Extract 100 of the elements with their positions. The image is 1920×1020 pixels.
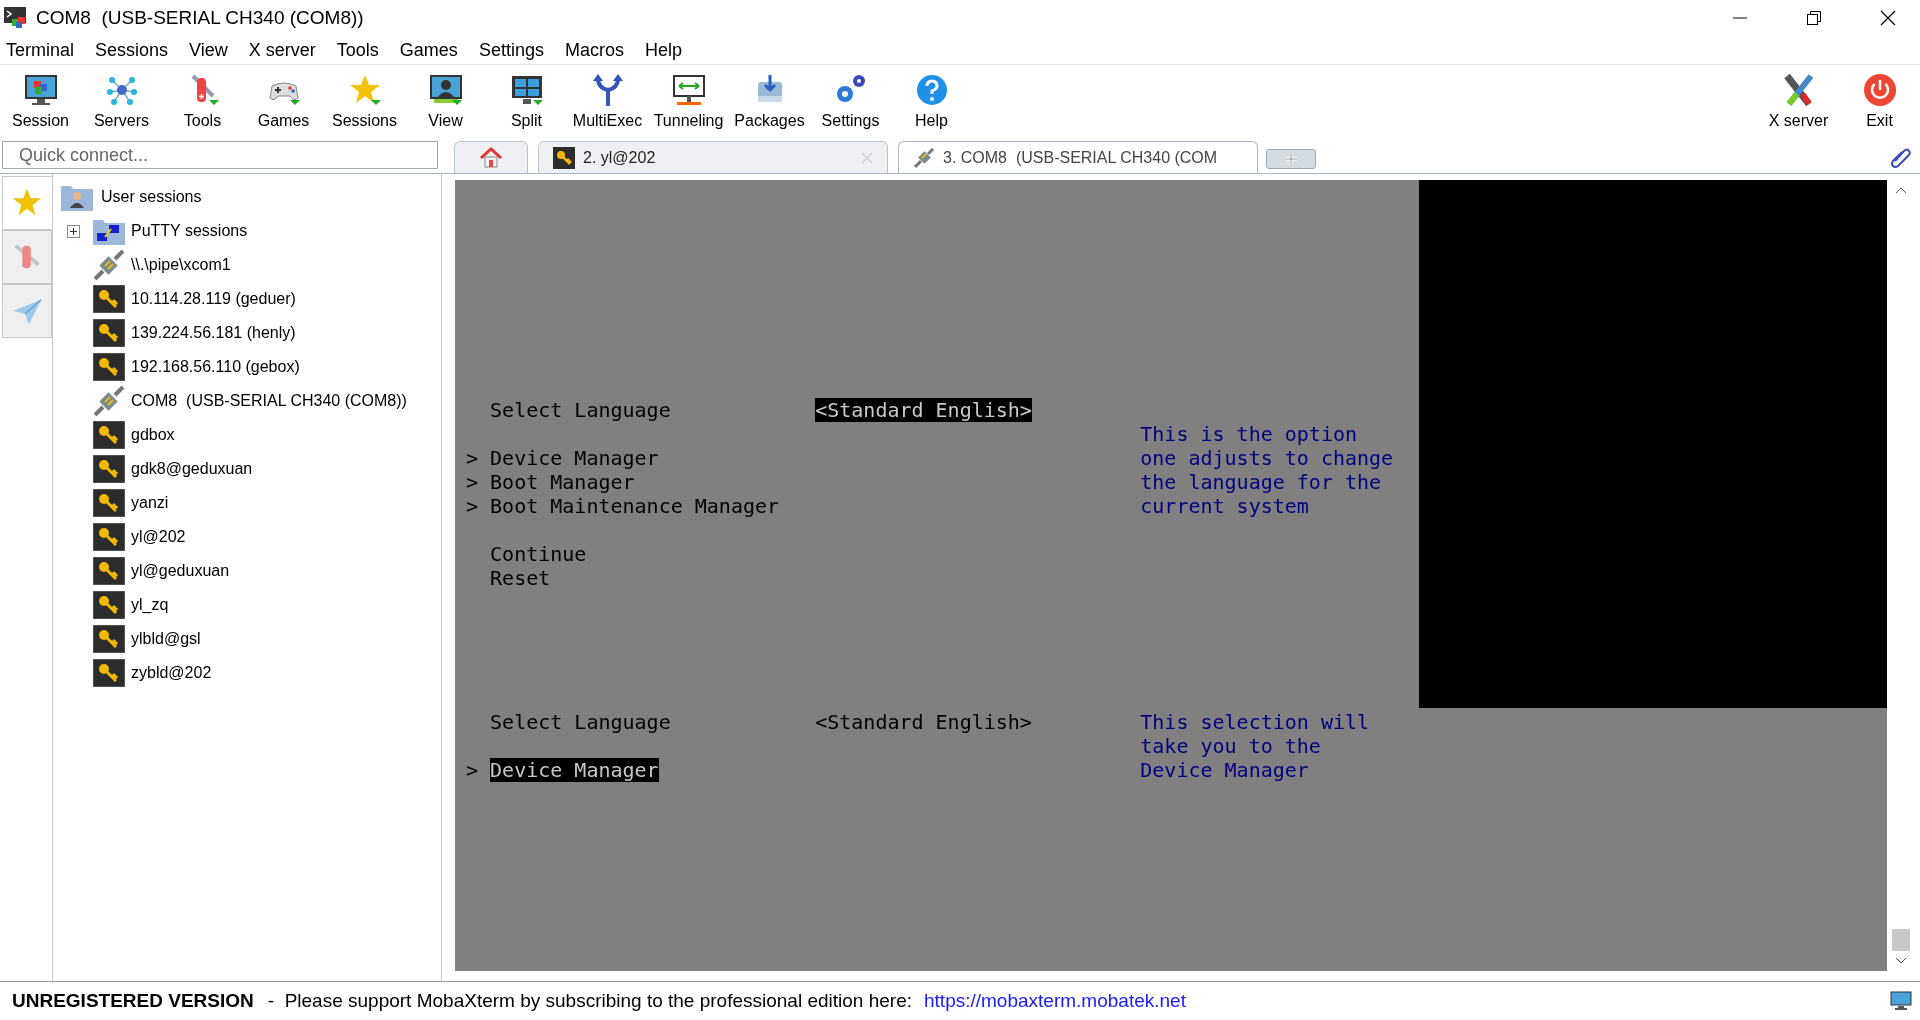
terminal-text: Boot Maintenance Manager xyxy=(490,494,780,518)
key-icon xyxy=(93,625,125,653)
toolbar-button[interactable]: Exit xyxy=(1839,67,1920,135)
tunnel-icon xyxy=(670,72,707,108)
terminal-text: > xyxy=(466,446,479,470)
tree-item[interactable]: gdk8@geduxuan xyxy=(131,460,253,478)
status-message: - Please support MobaXterm by subscribing to the professional edition here: xyxy=(267,990,912,1012)
home-icon xyxy=(479,145,503,170)
tree-item[interactable]: 10.114.28.119 (geduer) xyxy=(131,290,296,308)
terminal-text: > xyxy=(466,758,479,782)
menu-item[interactable]: Macros xyxy=(564,39,624,61)
monitor-icon[interactable] xyxy=(1890,991,1912,1011)
menu-item[interactable]: View xyxy=(189,39,228,61)
terminal-help-text: Device Manager xyxy=(1140,758,1309,782)
terminal-text: > xyxy=(466,470,479,494)
plus-icon xyxy=(1284,152,1298,166)
session-tab[interactable]: 3. COM8 (USB-SERIAL CH340 (COM xyxy=(898,141,1258,173)
tree-item[interactable]: 192.168.56.110 (gebox) xyxy=(131,358,300,376)
plug-icon xyxy=(913,146,935,169)
terminal-help-text: take you to the xyxy=(1140,734,1321,758)
toolbar-button[interactable]: Tools xyxy=(162,67,243,135)
terminal-text: Boot Manager xyxy=(490,470,635,494)
terminal-text: Select Language xyxy=(490,710,671,734)
menu-item[interactable]: Sessions xyxy=(95,39,169,61)
menu-item[interactable]: Games xyxy=(399,39,458,61)
quick-connect-field[interactable]: Quick connect... xyxy=(2,141,438,169)
tree-item[interactable]: COM8 (USB-SERIAL CH340 (COM8)) xyxy=(131,392,407,410)
key-icon xyxy=(93,591,125,619)
tree-item[interactable]: 139.224.56.181 (henly) xyxy=(131,324,296,342)
power-icon xyxy=(1861,72,1898,108)
plug-icon xyxy=(93,385,125,417)
tree-item[interactable]: yl_zq xyxy=(131,596,169,614)
menu-item[interactable]: X server xyxy=(248,39,316,61)
terminal-text: > xyxy=(466,494,479,518)
session-tab[interactable] xyxy=(454,141,528,173)
toolbar-button[interactable]: Help xyxy=(891,67,972,135)
toolbar-button[interactable]: Servers xyxy=(81,67,162,135)
menu-item[interactable]: Terminal xyxy=(6,39,75,61)
terminal-help-text: This is the option xyxy=(1140,422,1357,446)
key-icon xyxy=(93,421,125,449)
toolbar-button[interactable]: X server xyxy=(1758,67,1839,135)
new-tab-button[interactable] xyxy=(1266,149,1316,169)
tree-item[interactable]: zybld@202 xyxy=(131,664,212,682)
scroll-down-icon[interactable] xyxy=(1895,957,1907,965)
terminal-help-text: one adjusts to change xyxy=(1140,446,1394,470)
key-icon xyxy=(93,353,125,381)
terminal-text: Select Language xyxy=(490,398,671,422)
user-folder-icon xyxy=(61,183,93,211)
toolbar-button[interactable]: MultiExec xyxy=(567,67,648,135)
tree-item[interactable]: User sessions xyxy=(101,188,202,206)
menu-item[interactable]: Help xyxy=(644,39,682,61)
toolbar-button[interactable]: Tunneling xyxy=(648,67,729,135)
terminal-text: <Standard English> xyxy=(815,710,1032,734)
toolbar-button[interactable]: View xyxy=(405,67,486,135)
monitor-icon xyxy=(427,72,464,108)
terminal-help-text: This selection will xyxy=(1140,710,1370,734)
tree-item[interactable]: ylbld@gsl xyxy=(131,630,201,648)
tree-item[interactable]: PuTTY sessions xyxy=(131,222,248,240)
terminal-screen[interactable] xyxy=(455,180,1887,971)
toolbar-button[interactable]: Packages xyxy=(729,67,810,135)
close-icon[interactable] xyxy=(1880,10,1896,26)
tree-item[interactable]: \\.\pipe\xcom1 xyxy=(131,256,231,274)
terminal-help-text: the language for the xyxy=(1140,470,1382,494)
key-icon xyxy=(93,557,125,585)
monitor-icon xyxy=(22,72,59,108)
key-icon xyxy=(93,489,125,517)
folder-icon xyxy=(93,217,125,245)
scroll-thumb[interactable] xyxy=(1892,929,1910,951)
tree-item[interactable]: gdbox xyxy=(131,426,175,444)
app-logo-icon xyxy=(4,7,28,29)
key-icon xyxy=(93,659,125,687)
plug-icon xyxy=(93,249,125,281)
key-icon xyxy=(93,285,125,313)
tree-item[interactable]: yl@geduxuan xyxy=(131,562,230,580)
menu-item[interactable]: Settings xyxy=(478,39,544,61)
scroll-up-icon[interactable] xyxy=(1895,186,1907,194)
toolbar-button[interactable]: Settings xyxy=(810,67,891,135)
menu-item[interactable]: Tools xyxy=(336,39,379,61)
toolbar-button[interactable]: Session xyxy=(0,67,81,135)
terminal-text: Device Manager xyxy=(490,758,659,782)
website-link[interactable]: https://mobaxterm.mobatek.net xyxy=(924,990,1186,1012)
tree-item[interactable]: yanzi xyxy=(131,494,169,512)
unregistered-notice: UNREGISTERED VERSION xyxy=(12,990,254,1012)
toolbar-button[interactable]: Games xyxy=(243,67,324,135)
terminal-text: <Standard English> xyxy=(815,398,1032,422)
terminal-help-text: current system xyxy=(1140,494,1309,518)
session-tab[interactable]: 2. yl@202 xyxy=(538,141,888,173)
toolbar-button[interactable]: Split xyxy=(486,67,567,135)
terminal-text: Reset xyxy=(490,566,551,590)
key-icon xyxy=(93,455,125,483)
key-icon xyxy=(553,146,575,169)
restore-icon[interactable] xyxy=(1806,10,1822,26)
terminal-text: Continue xyxy=(490,542,587,566)
key-icon xyxy=(93,319,125,347)
window-title: COM8 (USB-SERIAL CH340 (COM8)) xyxy=(36,7,364,29)
key-icon xyxy=(93,523,125,551)
expand-icon[interactable] xyxy=(67,224,80,238)
sidebar-tab[interactable] xyxy=(2,230,52,284)
tree-item[interactable]: yl@202 xyxy=(131,528,186,546)
toolbar-button[interactable]: Sessions xyxy=(324,67,405,135)
